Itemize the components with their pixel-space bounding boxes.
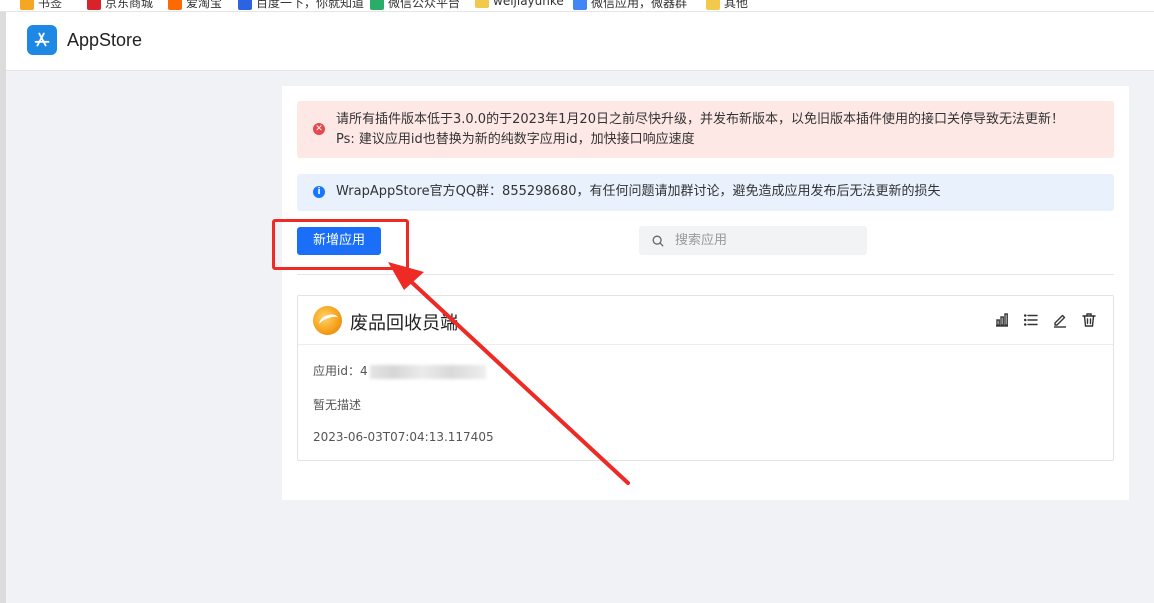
info-circle-icon: i (313, 186, 325, 198)
add-app-button[interactable]: 新增应用 (297, 227, 381, 255)
app-id-label: 应用id： (313, 364, 360, 378)
alert-text: Ps: 建议应用id也替换为新的纯数字应用id，加快接口响应速度 (336, 132, 695, 147)
folder-icon (706, 0, 720, 10)
divider (297, 274, 1114, 275)
app-description: 暂无描述 (313, 398, 362, 412)
app-created-time: 2023-06-03T07:04:13.117405 (313, 430, 494, 444)
edit-icon[interactable] (1052, 312, 1068, 328)
delete-icon[interactable] (1081, 312, 1097, 328)
bookmark-item[interactable]: 微信公众平台 (370, 0, 460, 11)
bookmark-item[interactable]: 京东商城 (87, 0, 153, 11)
globe-icon (573, 0, 587, 10)
qq-group-info-alert: i WrapAppStore官方QQ群：855298680，有任何问题请加群讨论… (297, 174, 1114, 211)
search-icon (652, 235, 664, 246)
window-edge (0, 12, 6, 603)
app-card[interactable]: 废品回收员端 应用id：4 暂无描述 2023-06-03T07:04:13.1… (297, 295, 1114, 461)
baidu-icon (238, 0, 252, 10)
list-icon[interactable] (1023, 312, 1039, 328)
stats-icon[interactable] (994, 312, 1010, 328)
alert-text: 请所有插件版本低于3.0.0的于2023年1月20日之前尽快升级，并发布新版本，… (336, 112, 1064, 127)
bookmark-item[interactable]: 书签 (20, 0, 62, 11)
close-circle-icon: ✕ (313, 123, 325, 135)
bookmark-item[interactable]: weijiayunke (475, 0, 564, 8)
star-icon (20, 0, 34, 10)
app-name: 废品回收员端 (350, 313, 458, 334)
app-card-header: 废品回收员端 (298, 296, 1113, 345)
app-title: AppStore (67, 30, 143, 50)
search-input[interactable] (675, 233, 855, 248)
taobao-icon (168, 0, 182, 10)
bookmark-item[interactable]: 百度一下，你就知道 (238, 0, 364, 11)
alert-text: WrapAppStore官方QQ群：855298680，有任何问题请加群讨论，避… (336, 184, 941, 199)
upgrade-warning-alert: ✕ 请所有插件版本低于3.0.0的于2023年1月20日之前尽快升级，并发布新版… (297, 101, 1114, 158)
search-box[interactable] (639, 226, 867, 255)
app-logo-icon (313, 306, 342, 335)
browser-bookmarks-bar: 书签 京东商城 爱淘宝 百度一下，你就知道 微信公众平台 weijiayunke… (0, 0, 1154, 12)
main-panel: ✕ 请所有插件版本低于3.0.0的于2023年1月20日之前尽快升级，并发布新版… (272, 86, 1129, 500)
jd-icon (87, 0, 101, 10)
folder-icon (475, 0, 489, 8)
app-id-value: 4 (359, 364, 368, 378)
app-store-icon[interactable] (27, 25, 57, 55)
app-id-row: 应用id：4 (313, 362, 486, 379)
bookmark-item[interactable]: 爱淘宝 (168, 0, 222, 11)
wechat-icon (370, 0, 384, 10)
bookmark-item[interactable]: 其他 (706, 0, 748, 11)
bookmark-item[interactable]: 微信应用，微器群 (573, 0, 687, 11)
app-header: AppStore (6, 12, 1154, 71)
app-actions (994, 312, 1097, 328)
redacted-blur (369, 364, 486, 379)
